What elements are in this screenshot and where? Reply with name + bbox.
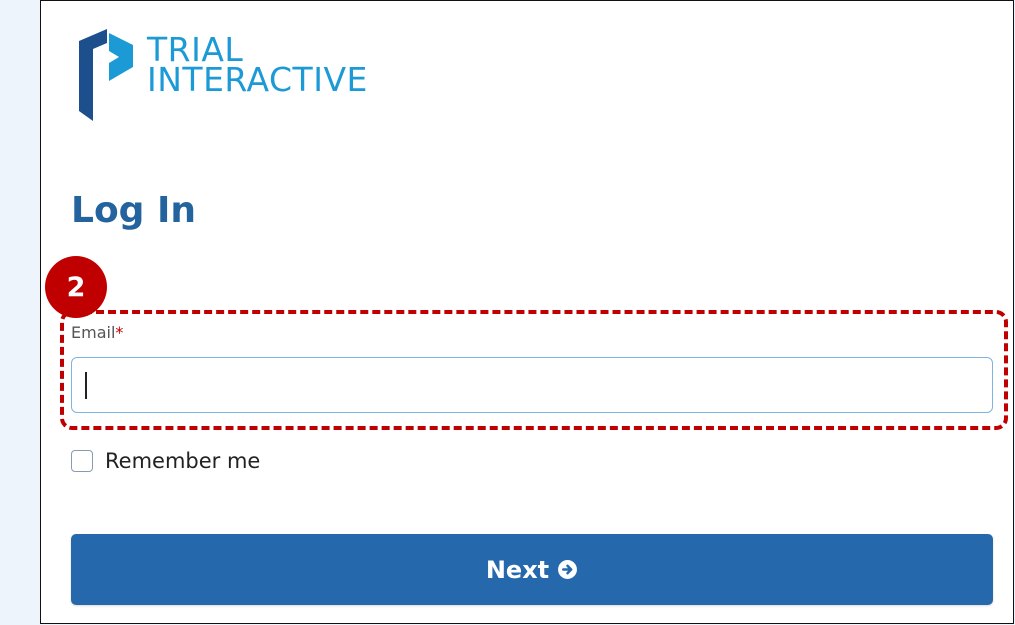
remember-me-checkbox-row[interactable]: Remember me [71, 449, 260, 473]
page-title: Log In [71, 190, 196, 231]
trial-interactive-logo: TRIAL INTERACTIVE [71, 23, 411, 123]
next-button-label: Next [485, 555, 550, 584]
email-input[interactable] [71, 357, 993, 413]
next-button[interactable]: Next [71, 534, 993, 605]
email-label: Email* [71, 323, 123, 342]
logo-line-interactive: INTERACTIVE [147, 60, 368, 99]
required-marker: * [115, 323, 124, 342]
step-number-badge: 2 [45, 256, 107, 318]
remember-me-checkbox[interactable] [71, 450, 93, 472]
logo-wordmark: TRIAL INTERACTIVE [147, 33, 368, 99]
email-label-text: Email [71, 323, 116, 342]
remember-me-label[interactable]: Remember me [105, 449, 260, 473]
arrow-circle-right-icon [558, 560, 578, 579]
text-cursor [85, 372, 87, 399]
trial-interactive-logo-mark-icon [79, 29, 133, 121]
login-panel: TRIAL INTERACTIVE Log In 2 Email* Rememb… [40, 0, 1014, 624]
